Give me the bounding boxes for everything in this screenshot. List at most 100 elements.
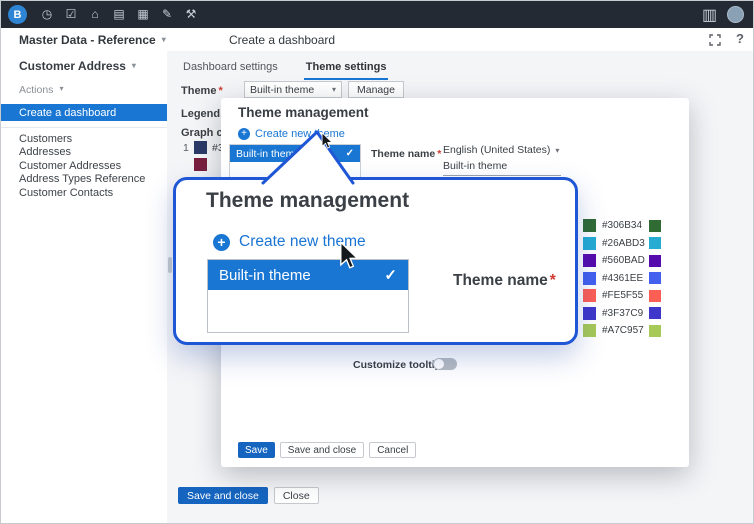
required-mark: * — [550, 272, 556, 289]
color-hex-value: #FE5F55 — [602, 290, 646, 301]
callout-theme-name-label: Theme name* — [453, 272, 556, 290]
topbar-right-group: ▥ — [702, 5, 744, 25]
sidebar-item-customer-contacts[interactable]: Customer Contacts — [1, 186, 167, 200]
sidebar-item-create-a-dashboard[interactable]: Create a dashboard — [1, 104, 167, 121]
scrollbar-thumb[interactable] — [168, 257, 172, 273]
callout-theme-listbox: Built-in theme ✓ — [207, 259, 409, 333]
dialog-footer: Save Save and close Cancel — [238, 442, 416, 458]
cancel-button[interactable]: Cancel — [369, 442, 416, 458]
zoom-callout: Theme management + Create new theme Buil… — [173, 177, 578, 345]
palette-row[interactable]: #4361EE — [583, 272, 661, 285]
color-swatch-secondary — [649, 307, 661, 319]
customize-tooltip-label: Customize tooltip — [353, 359, 441, 371]
palette-row[interactable]: #FE5F55 — [583, 289, 661, 302]
chevron-down-icon: ▾ — [555, 146, 559, 155]
theme-select[interactable]: Built-in theme ▾ — [244, 81, 342, 98]
theme-field-label: Theme* — [181, 85, 223, 97]
palette-row[interactable]: #26ABD3 — [583, 237, 661, 250]
sidebar-section-header[interactable]: Customer Address ▾ — [1, 51, 167, 73]
callout-theme-item-builtin[interactable]: Built-in theme ✓ — [208, 260, 408, 290]
callout-tail — [241, 119, 371, 189]
color-swatch — [583, 219, 596, 232]
color-swatch — [583, 237, 596, 250]
page-footer: Save and close Close — [178, 487, 319, 504]
sidebar-divider — [1, 127, 167, 128]
sidebar-item-customers[interactable]: Customers — [1, 132, 167, 146]
color-swatch-secondary — [649, 255, 661, 267]
edit-icon[interactable]: ✎ — [160, 1, 174, 28]
history-icon[interactable]: ◷ — [40, 1, 54, 28]
palette-row[interactable]: #3F37C9 — [583, 307, 661, 320]
manage-button[interactable]: Manage — [348, 81, 404, 98]
app-logo-icon[interactable]: B — [8, 5, 27, 24]
palette-list: #306B34 #26ABD3 #560BAD #4361EE #FE5F55 — [583, 219, 661, 337]
app-window: B ◷ ☑ ⌂ ▤ ▦ ✎ ⚒ ▥ Master Data - Referenc… — [0, 0, 754, 524]
workspace-label: Master Data - Reference — [19, 33, 156, 47]
sidebar-actions-menu[interactable]: Actions ▾ — [1, 73, 167, 102]
color-swatch — [583, 272, 596, 285]
documents-icon[interactable]: ▤ — [112, 1, 126, 28]
color-swatch-secondary — [649, 272, 661, 284]
color-hex-value: #26ABD3 — [602, 238, 646, 249]
chevron-down-icon: ▾ — [59, 84, 63, 93]
home-icon[interactable]: ⌂ — [88, 1, 102, 28]
mouse-cursor-icon — [321, 132, 333, 150]
checklist-icon[interactable]: ▦ — [136, 1, 150, 28]
approvals-icon[interactable]: ☑ — [64, 1, 78, 28]
sidebar-section-label: Customer Address — [19, 59, 126, 73]
palette-row[interactable]: #306B34 — [583, 219, 661, 232]
legend-position-label: Legend positi — [181, 108, 221, 120]
palette-row[interactable]: #560BAD — [583, 254, 661, 267]
color-swatch[interactable] — [194, 158, 207, 171]
topbar: B ◷ ☑ ⌂ ▤ ▦ ✎ ⚒ ▥ — [1, 1, 753, 28]
plus-circle-icon: + — [213, 234, 230, 251]
color-swatch — [583, 254, 596, 267]
app-logo-letter: B — [14, 9, 22, 21]
required-mark: * — [437, 148, 441, 160]
color-swatch — [583, 289, 596, 302]
required-mark: * — [218, 85, 222, 97]
mouse-cursor-icon — [339, 241, 359, 271]
help-icon[interactable]: ? — [736, 31, 744, 46]
color-swatch[interactable] — [194, 141, 207, 154]
theme-name-label: Theme name* — [371, 148, 441, 160]
check-icon: ✓ — [384, 266, 397, 284]
language-select[interactable]: English (United States) ▾ — [443, 144, 559, 156]
page-title: Create a dashboard — [229, 33, 335, 47]
close-button[interactable]: Close — [274, 487, 319, 504]
color-swatch-secondary — [649, 220, 661, 232]
chevron-down-icon: ▾ — [332, 85, 336, 94]
theme-select-value: Built-in theme — [250, 84, 314, 96]
customize-tooltip-toggle[interactable] — [433, 358, 457, 370]
header: Master Data - Reference ▾ Create a dashbo… — [1, 28, 753, 52]
fullscreen-icon[interactable] — [709, 33, 721, 51]
workspace-selector[interactable]: Master Data - Reference ▾ — [19, 33, 166, 47]
color-swatch-secondary — [649, 290, 661, 302]
color-hex-value: #306B34 — [602, 220, 646, 231]
dialog-title: Theme management — [238, 105, 369, 120]
panels-icon[interactable]: ▥ — [702, 5, 716, 25]
palette-row[interactable]: #A7C957 — [583, 324, 661, 337]
sidebar-item-customer-addresses[interactable]: Customer Addresses — [1, 159, 167, 173]
save-and-close-button[interactable]: Save and close — [178, 487, 268, 504]
tab-dashboard-settings[interactable]: Dashboard settings — [181, 57, 280, 80]
color-hex-value: #A7C957 — [602, 325, 646, 336]
chevron-down-icon: ▾ — [132, 61, 136, 70]
theme-name-input[interactable]: Built-in theme — [443, 160, 561, 176]
tools-icon[interactable]: ⚒ — [184, 1, 198, 28]
sidebar-item-addresses[interactable]: Addresses — [1, 146, 167, 160]
sidebar: Customer Address ▾ Actions ▾ Create a dash… — [1, 51, 168, 523]
color-swatch — [583, 307, 596, 320]
graph-color-row-index: 1 — [183, 142, 189, 154]
sidebar-item-address-types-reference[interactable]: Address Types Reference — [1, 173, 167, 187]
color-swatch — [583, 324, 596, 337]
save-button[interactable]: Save — [238, 442, 275, 458]
tab-theme-settings[interactable]: Theme settings — [304, 57, 389, 80]
sidebar-actions-label: Actions — [19, 84, 53, 96]
theme-item-label: Built-in theme — [219, 267, 384, 284]
topbar-icon-group: ◷ ☑ ⌂ ▤ ▦ ✎ ⚒ — [40, 1, 198, 28]
save-and-close-button[interactable]: Save and close — [280, 442, 364, 458]
user-avatar[interactable] — [727, 6, 744, 23]
chevron-down-icon: ▾ — [162, 35, 166, 44]
color-hex-value: #3F37C9 — [602, 308, 646, 319]
